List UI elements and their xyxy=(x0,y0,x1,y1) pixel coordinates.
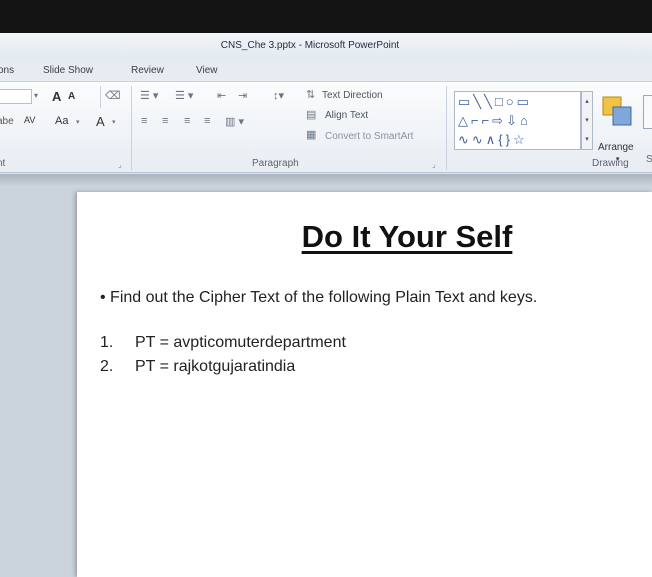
tab-review[interactable]: Review xyxy=(131,65,164,76)
align-text-button[interactable]: Align Text xyxy=(325,110,368,121)
align-center-icon[interactable]: ≡ xyxy=(162,115,168,127)
ribbon-tabs: ons Slide Show Review View xyxy=(0,59,652,81)
font-size-dropdown-icon[interactable]: ▾ xyxy=(34,91,38,100)
list-item[interactable]: 2. PT = rajkotgujaratindia xyxy=(100,358,295,376)
change-case-dropdown-icon[interactable]: ▾ xyxy=(76,118,80,126)
shapes-row-arrows: △⌐⌐⇨⇩⌂ xyxy=(458,113,531,128)
gallery-up-icon[interactable]: ▴ xyxy=(582,92,592,111)
align-text-icon: ▤ xyxy=(306,109,317,121)
font-size-box[interactable] xyxy=(0,89,32,104)
align-right-icon[interactable]: ≡ xyxy=(184,115,190,127)
divider xyxy=(100,86,101,108)
tab-view[interactable]: View xyxy=(196,65,218,76)
list-item-text: PT = rajkotgujaratindia xyxy=(135,358,296,375)
numbering-icon[interactable]: ☰ ▾ xyxy=(175,89,193,102)
grow-font-button[interactable]: A xyxy=(52,89,61,104)
slide-title-text: Do It Your Self xyxy=(301,219,513,254)
slide-title[interactable]: Do It Your Self xyxy=(77,219,652,255)
tab-animations[interactable]: ons xyxy=(0,65,14,76)
list-item-number: 1. xyxy=(100,334,114,351)
ribbon: ▾ A A ⌫ abe AV Aa ▾ A ▾ nt ⌟ ☰ ▾ ☰ ▾ ⇤ ⇥… xyxy=(0,81,652,173)
font-group-label: nt xyxy=(0,158,6,169)
strikethrough-button[interactable]: abe xyxy=(0,116,14,127)
decrease-indent-icon[interactable]: ⇤ xyxy=(217,89,226,102)
list-item[interactable]: 1. PT = avpticomuterdepartment xyxy=(100,334,346,352)
justify-icon[interactable]: ≡ xyxy=(204,115,210,127)
font-color-button[interactable]: A xyxy=(96,114,105,129)
window-title: CNS_Che 3.pptx - Microsoft PowerPoint xyxy=(220,40,400,51)
bullet-text[interactable]: • Find out the Cipher Text of the follow… xyxy=(100,289,537,307)
bullets-icon[interactable]: ☰ ▾ xyxy=(140,89,158,102)
drawing-group-label: Drawing xyxy=(592,158,629,169)
change-case-button[interactable]: Aa xyxy=(55,115,68,127)
slide-canvas[interactable]: Do It Your Self • Find out the Cipher Te… xyxy=(77,192,652,577)
top-black-bar xyxy=(0,0,652,33)
shapes-row-lines: ▭╲╲□○▭ xyxy=(458,94,532,109)
title-bar: CNS_Che 3.pptx - Microsoft PowerPoint xyxy=(0,33,652,59)
quick-styles-label: S xyxy=(646,154,652,165)
font-color-dropdown-icon[interactable]: ▾ xyxy=(112,118,116,126)
workspace-shadow xyxy=(0,174,652,186)
group-separator xyxy=(131,86,132,170)
gallery-down-icon[interactable]: ▾ xyxy=(582,111,592,130)
tab-slide-show[interactable]: Slide Show xyxy=(43,65,93,76)
arrange-button[interactable]: Arrange xyxy=(598,142,634,153)
list-item-number: 2. xyxy=(100,358,114,375)
font-dialog-launcher-icon[interactable]: ⌟ xyxy=(118,160,122,169)
gallery-more-icon[interactable]: ▾ xyxy=(582,130,592,149)
quick-styles-button[interactable] xyxy=(643,95,652,129)
shrink-font-button[interactable]: A xyxy=(68,91,75,102)
line-spacing-icon[interactable]: ↕▾ xyxy=(273,89,284,102)
clear-formatting-icon[interactable]: ⌫ xyxy=(105,89,121,102)
arrange-icon[interactable] xyxy=(601,95,635,129)
group-separator xyxy=(446,86,447,170)
character-spacing-button[interactable]: AV xyxy=(24,115,35,125)
list-item-text: PT = avpticomuterdepartment xyxy=(135,334,346,351)
increase-indent-icon[interactable]: ⇥ xyxy=(238,89,247,102)
paragraph-dialog-launcher-icon[interactable]: ⌟ xyxy=(432,160,436,169)
smartart-icon: ▦ xyxy=(306,129,317,141)
text-direction-button[interactable]: Text Direction xyxy=(322,90,383,101)
shapes-gallery[interactable]: ▭╲╲□○▭ △⌐⌐⇨⇩⌂ ∿∿∧{}☆ xyxy=(454,91,581,150)
convert-to-smartart-button[interactable]: Convert to SmartArt xyxy=(325,131,413,142)
paragraph-group-label: Paragraph xyxy=(252,158,299,169)
columns-icon[interactable]: ▥ ▾ xyxy=(225,115,244,128)
align-left-icon[interactable]: ≡ xyxy=(141,115,147,127)
shapes-gallery-scroll[interactable]: ▴ ▾ ▾ xyxy=(581,91,593,150)
shapes-row-misc: ∿∿∧{}☆ xyxy=(458,132,528,147)
text-direction-icon: ⇅ xyxy=(306,89,316,101)
